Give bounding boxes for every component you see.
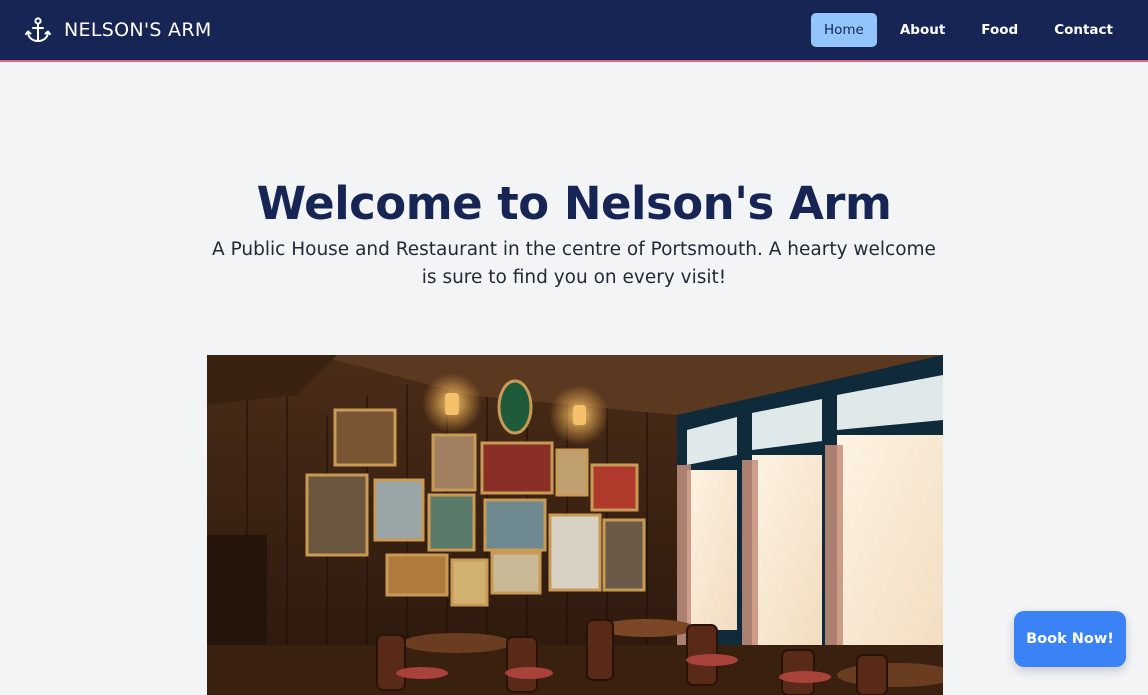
top-navbar: NELSON'S ARM Home About Food Contact [0, 0, 1148, 62]
hero-subtitle: A Public House and Restaurant in the cen… [212, 239, 936, 288]
nav-contact-link[interactable]: Contact [1041, 13, 1126, 47]
nav-about-link[interactable]: About [887, 13, 958, 47]
main-nav: Home About Food Contact [810, 13, 1126, 47]
pub-interior-photo [207, 355, 943, 695]
pub-interior-illustration [207, 355, 943, 695]
hero-section: Welcome to Nelson's Arm A Public House a… [0, 176, 1148, 292]
nav-home-link[interactable]: Home [810, 13, 877, 47]
brand-logo[interactable]: NELSON'S ARM [24, 16, 212, 44]
nav-food-link[interactable]: Food [968, 13, 1031, 47]
book-now-button[interactable]: Book Now! [1014, 611, 1126, 667]
anchor-icon [24, 16, 52, 44]
page-title: Welcome to Nelson's Arm [256, 177, 892, 230]
brand-name: NELSON'S ARM [64, 19, 212, 41]
